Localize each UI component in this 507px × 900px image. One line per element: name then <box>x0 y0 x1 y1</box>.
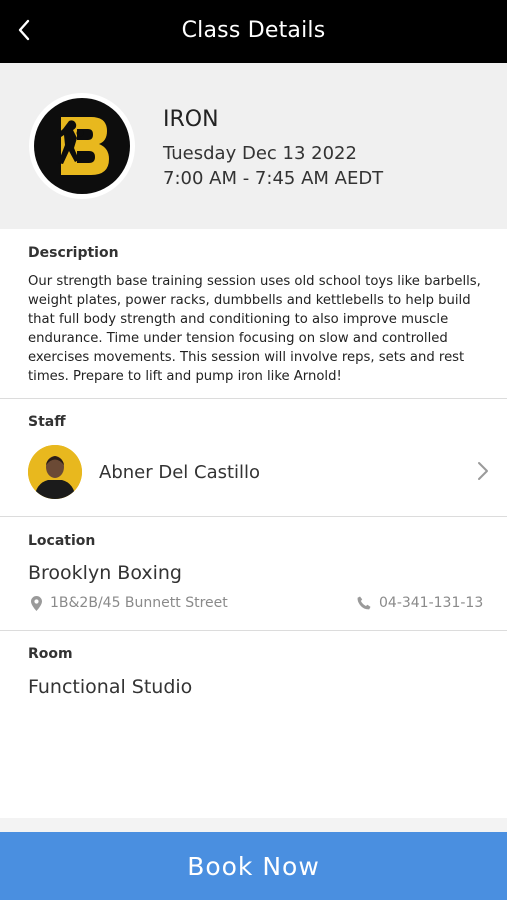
staff-row[interactable]: Abner Del Castillo <box>0 436 507 512</box>
divider <box>0 630 507 631</box>
class-name: IRON <box>163 107 219 132</box>
location-name: Brooklyn Boxing <box>28 562 182 584</box>
book-now-button[interactable]: Book Now <box>0 832 507 900</box>
chevron-right-icon <box>478 462 488 480</box>
divider <box>0 398 507 399</box>
class-summary: IRON Tuesday Dec 13 2022 7:00 AM - 7:45 … <box>0 63 507 229</box>
staff-name: Abner Del Castillo <box>99 462 261 483</box>
description-text: Our strength base training session uses … <box>28 274 481 384</box>
room-name: Functional Studio <box>28 676 193 698</box>
class-time: 7:00 AM - 7:45 AM AEDT <box>163 168 384 189</box>
location-phone[interactable]: 04-341-131-13 <box>357 595 483 611</box>
address-text: 1B&2B/45 Bunnett Street <box>50 595 228 611</box>
phone-icon <box>357 596 371 610</box>
map-pin-icon <box>31 595 42 611</box>
boxer-b-logo <box>34 98 130 194</box>
phone-text: 04-341-131-13 <box>379 595 484 611</box>
avatar <box>28 445 82 499</box>
divider <box>0 516 507 517</box>
app-header: Class Details <box>0 0 507 63</box>
class-date: Tuesday Dec 13 2022 <box>163 143 357 164</box>
description-label: Description <box>28 245 119 261</box>
location-label: Location <box>28 533 96 549</box>
location-address[interactable]: 1B&2B/45 Bunnett Street <box>31 595 228 611</box>
staff-label: Staff <box>28 414 66 430</box>
room-label: Room <box>28 646 73 662</box>
footer-spacer <box>0 818 507 832</box>
page-title: Class Details <box>181 18 326 43</box>
class-logo <box>29 93 135 199</box>
